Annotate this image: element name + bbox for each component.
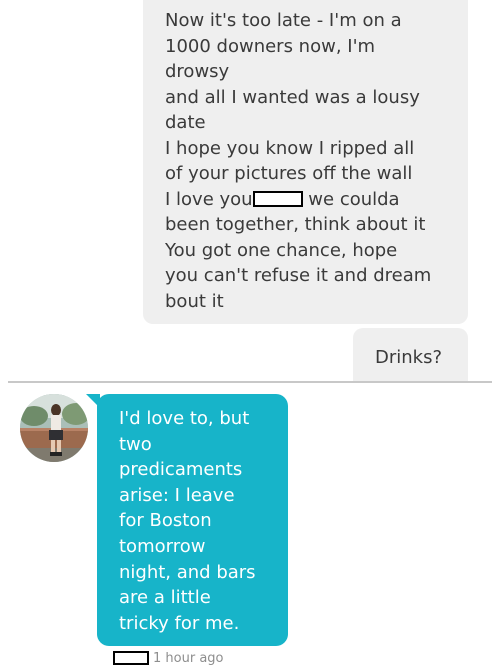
message-line: Now it's too late - I'm on a (165, 10, 402, 31)
sent-message-bubble-drinks: Drinks? (353, 328, 468, 382)
message-line: been together, think about it (165, 214, 426, 235)
timestamp-text: 1 hour ago (153, 650, 224, 666)
message-line: drowsy (165, 61, 230, 82)
message-line: night, and bars (119, 561, 256, 583)
message-line: are a little (119, 587, 211, 609)
message-timestamp: 1 hour ago (113, 650, 223, 666)
message-line: tomorrow (119, 535, 206, 557)
message-fragment: we coulda (302, 188, 400, 210)
avatar-photo (20, 394, 88, 462)
message-line: You got one chance, hope (165, 239, 398, 261)
redacted-name-box (252, 190, 303, 207)
message-line: arise: I leave (119, 484, 235, 506)
message-line: two (119, 433, 152, 455)
message-line: of your pictures off the wall (165, 163, 413, 184)
message-line: for Boston (119, 510, 212, 532)
message-fragment: I love you (165, 188, 253, 210)
message-line: date (165, 112, 206, 133)
message-line: predicaments (119, 459, 243, 481)
message-text: Drinks? (375, 347, 443, 368)
screenshot-divider (8, 381, 492, 383)
sent-message-bubble: Now it's too late - I'm on a 1000 downer… (143, 0, 468, 324)
redacted-name-box (113, 651, 149, 665)
message-line: bout it (165, 290, 224, 312)
message-line: I hope you know I ripped all (165, 137, 415, 159)
message-line: and all I wanted was a lousy (165, 86, 420, 108)
avatar[interactable] (20, 394, 88, 462)
message-line: you can't refuse it and dream (165, 265, 432, 286)
message-line: tricky for me. (119, 612, 240, 634)
received-message-bubble: I'd love to, but two predicaments arise:… (97, 394, 288, 646)
message-line: I'd love to, but (119, 408, 250, 429)
message-line: I love you we coulda (165, 187, 456, 213)
message-line: 1000 downers now, I'm (165, 35, 376, 57)
